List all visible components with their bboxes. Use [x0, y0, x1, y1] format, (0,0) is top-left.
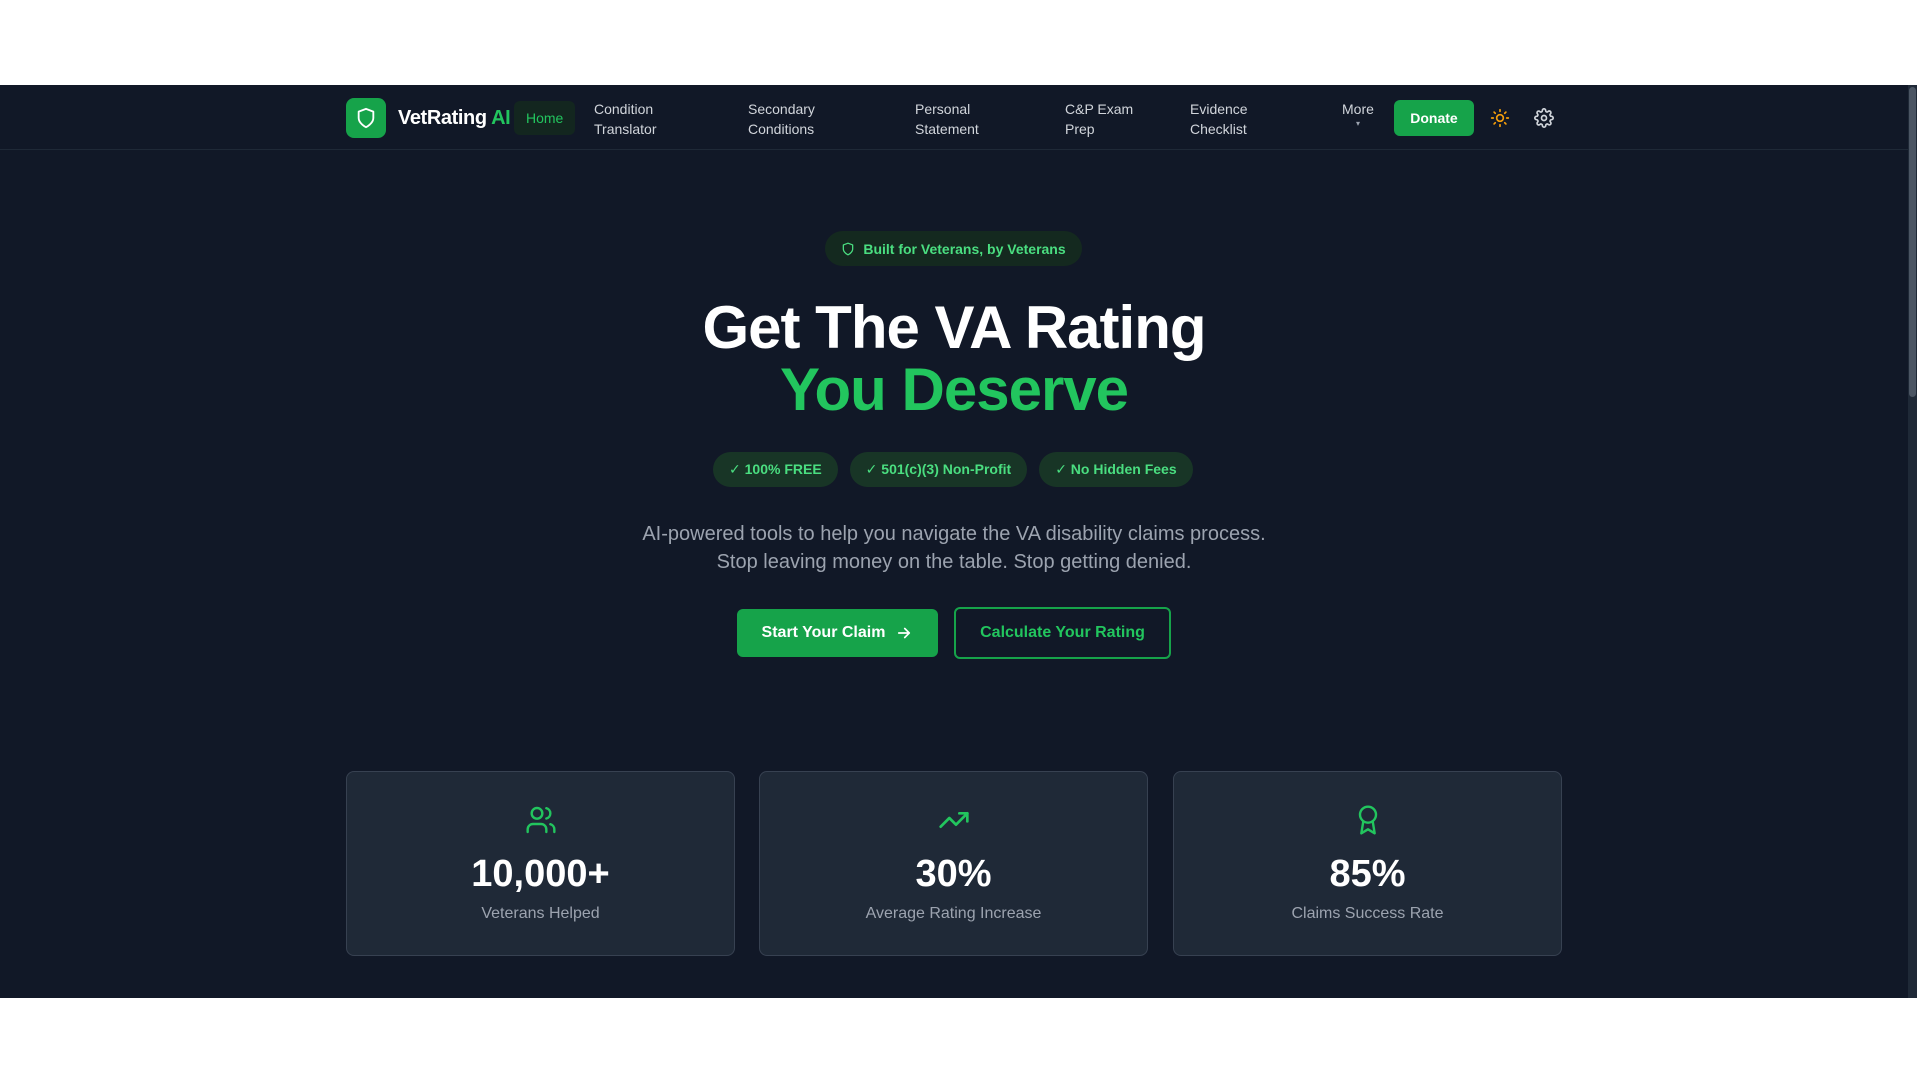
stat-card-rating-increase: 30% Average Rating Increase	[759, 771, 1148, 956]
stat-card-veterans-helped: 10,000+ Veterans Helped	[346, 771, 735, 956]
stat-value: 10,000+	[471, 853, 610, 895]
nav-personal-statement[interactable]: Personal Statement	[915, 99, 979, 139]
stat-label: Veterans Helped	[481, 905, 600, 922]
hero-badge-text: Built for Veterans, by Veterans	[863, 240, 1066, 257]
nav-home[interactable]: Home	[514, 101, 576, 135]
hero-title-line1: Get The VA Rating	[702, 294, 1206, 361]
shield-logo-icon	[346, 98, 386, 138]
nav-secondary-conditions[interactable]: Secondary Conditions	[748, 99, 815, 139]
users-icon	[525, 806, 556, 834]
hero-title-line2: You Deserve	[779, 356, 1129, 423]
nav-cp-exam-prep[interactable]: C&P Exam Prep	[1065, 99, 1133, 139]
stat-card-success-rate: 85% Claims Success Rate	[1173, 771, 1562, 956]
hero-subtitle: AI-powered tools to help you navigate th…	[0, 520, 1908, 576]
feature-pills: ✓ 100% FREE ✓ 501(c)(3) Non-Profit ✓ No …	[713, 452, 1193, 487]
hero-subtitle-line2: Stop leaving money on the table. Stop ge…	[716, 551, 1192, 573]
start-claim-label: Start Your Claim	[761, 624, 886, 641]
gear-icon	[1534, 108, 1554, 128]
shield-icon	[843, 242, 854, 255]
stat-label: Claims Success Rate	[1291, 905, 1444, 922]
nav-evidence-checklist[interactable]: Evidence Checklist	[1190, 99, 1248, 139]
pill-free: ✓ 100% FREE	[713, 452, 838, 487]
donate-button[interactable]: Donate	[1394, 100, 1474, 136]
settings-button[interactable]	[1531, 105, 1557, 131]
theme-toggle-button[interactable]	[1487, 105, 1513, 131]
nav-more-label: More	[1342, 101, 1374, 117]
scrollbar-thumb[interactable]	[1909, 87, 1916, 397]
stat-label: Average Rating Increase	[865, 905, 1042, 922]
logo-text: VetRating AI	[398, 106, 511, 129]
trending-up-icon	[938, 812, 969, 828]
arrow-right-icon	[898, 627, 911, 639]
pill-no-hidden-fees: ✓ No Hidden Fees	[1039, 452, 1193, 487]
stat-value: 85%	[1329, 853, 1406, 895]
logo[interactable]: VetRating AI	[346, 98, 511, 138]
calculate-rating-button[interactable]: Calculate Your Rating	[954, 607, 1171, 659]
sun-icon	[1490, 108, 1510, 128]
stat-value: 30%	[915, 853, 992, 895]
hero-badge: Built for Veterans, by Veterans	[825, 231, 1082, 266]
start-claim-button[interactable]: Start Your Claim	[737, 609, 938, 657]
hero-title: Get The VA Rating You Deserve	[0, 297, 1908, 421]
award-icon	[1358, 805, 1377, 835]
hero-subtitle-line1: AI-powered tools to help you navigate th…	[642, 523, 1266, 545]
app-viewport: VetRating AI Home Condition Translator Se…	[0, 85, 1917, 998]
nav-more-dropdown[interactable]: More ▾	[1342, 99, 1374, 129]
nav-condition-translator[interactable]: Condition Translator	[594, 99, 657, 139]
pill-non-profit: ✓ 501(c)(3) Non-Profit	[849, 452, 1028, 487]
chevron-down-icon: ▾	[1355, 119, 1360, 128]
site-header: VetRating AI Home Condition Translator Se…	[0, 85, 1908, 150]
